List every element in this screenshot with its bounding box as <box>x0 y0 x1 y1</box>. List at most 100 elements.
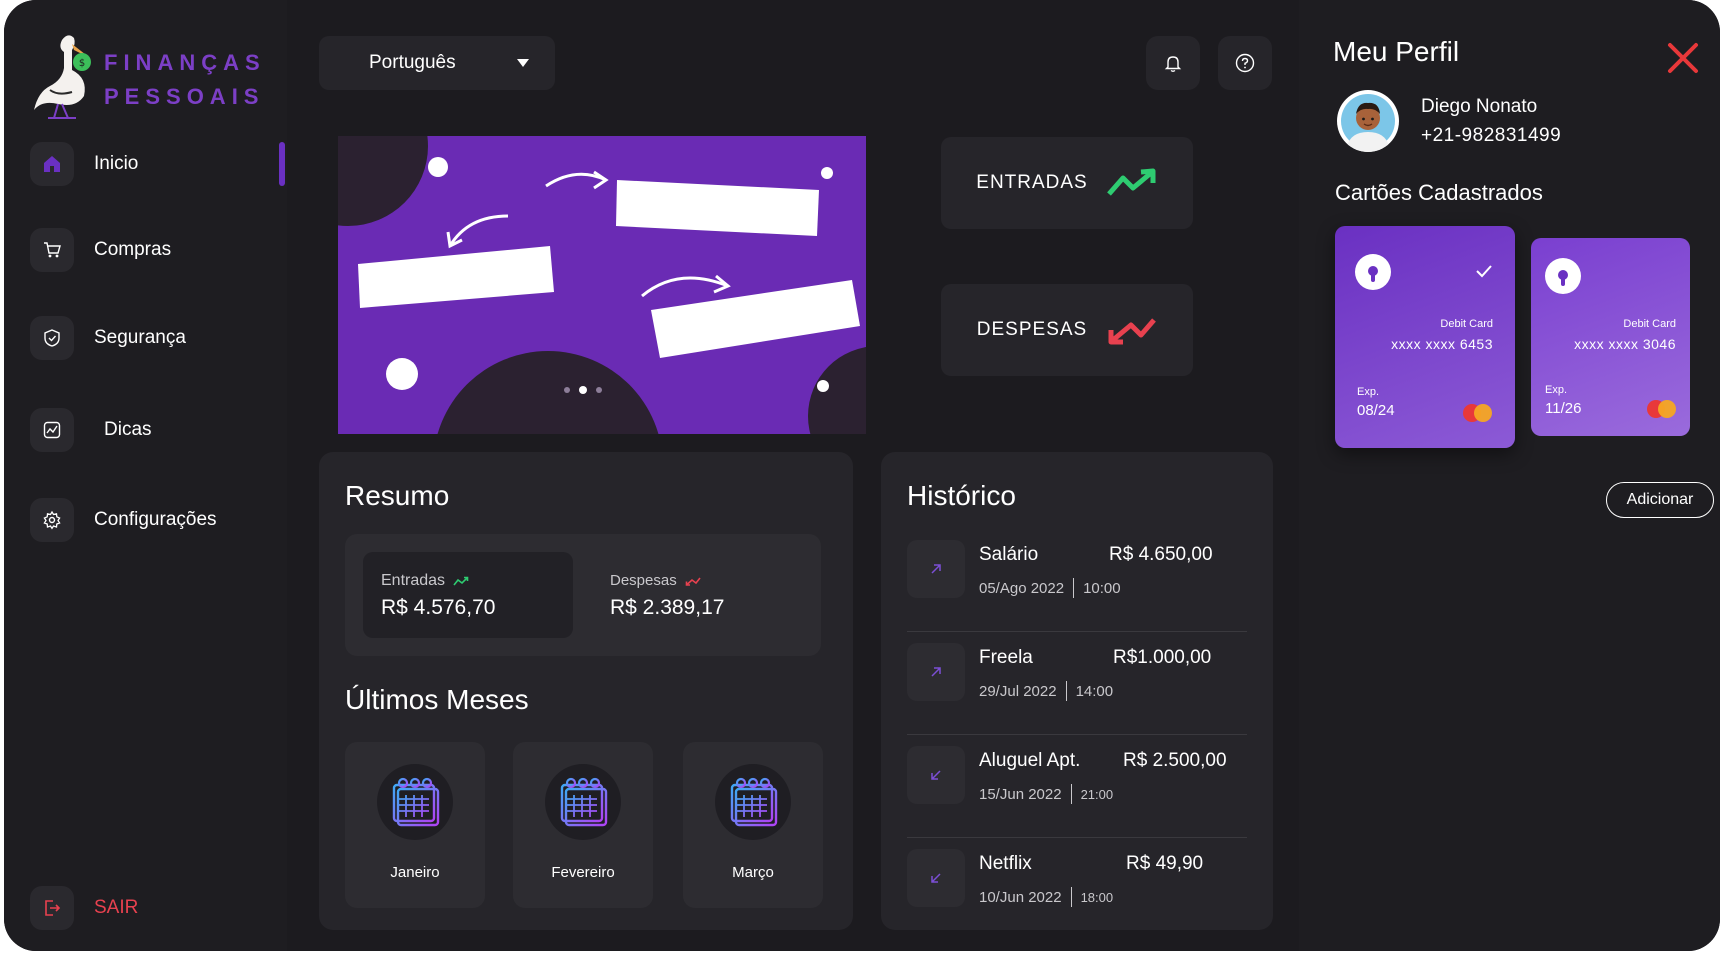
promo-banner[interactable] <box>338 136 866 434</box>
history-item-time: 14:00 <box>1075 682 1114 700</box>
summary-panel: Resumo Entradas R$ 4.576,70 Despesas R$ … <box>319 452 853 930</box>
calendar-icon <box>545 764 621 840</box>
sidebar-item-label: Segurança <box>94 327 186 348</box>
trending-up-icon <box>453 576 469 586</box>
history-title: Histórico <box>907 480 1016 511</box>
history-item-time: 18:00 <box>1080 889 1114 905</box>
sidebar-item-dicas[interactable]: Dicas <box>30 406 280 454</box>
sidebar-item-seguranca[interactable]: Segurança <box>30 314 280 362</box>
brand-logo: $ FINANÇAS PESSOAIS <box>28 30 268 120</box>
stork-icon: $ <box>34 35 91 119</box>
calendar-icon <box>377 764 453 840</box>
month-card-janeiro[interactable]: Janeiro <box>345 742 485 908</box>
divider <box>907 837 1247 838</box>
mastercard-icon <box>1463 404 1493 422</box>
help-icon <box>1235 53 1255 73</box>
card-logo-icon <box>1545 258 1581 294</box>
add-card-label: Adicionar <box>1626 491 1694 508</box>
months-title: Últimos Meses <box>345 684 529 715</box>
check-icon <box>1476 265 1492 278</box>
debit-card-selected[interactable]: Debit Card xxxx xxxx 6453 Exp. 08/24 <box>1335 226 1515 448</box>
home-icon <box>30 142 74 186</box>
summary-expense-value: R$ 2.389,17 <box>610 596 725 619</box>
month-label: Fevereiro <box>551 864 615 881</box>
caret-down-icon <box>517 59 529 67</box>
logout-label: SAIR <box>94 897 139 918</box>
svg-text:$: $ <box>79 58 85 69</box>
income-label: ENTRADAS <box>976 172 1088 193</box>
sidebar-item-compras[interactable]: Compras <box>30 226 280 274</box>
history-item-amount: R$ 4.650,00 <box>1109 544 1213 565</box>
card-number: xxxx xxxx 3046 <box>1574 336 1676 352</box>
mastercard-icon <box>1647 400 1677 418</box>
calendar-icon <box>715 764 791 840</box>
arrow-down-left-icon <box>907 849 965 907</box>
card-exp: 11/26 <box>1545 400 1582 417</box>
history-item-date: 29/Jul 2022 14:00 <box>979 681 1113 701</box>
help-button[interactable] <box>1218 36 1272 90</box>
cards-title: Cartões Cadastrados <box>1335 180 1543 205</box>
trending-down-icon <box>685 577 701 586</box>
bell-icon <box>1164 56 1182 72</box>
history-item-date: 05/Ago 2022 10:00 <box>979 578 1121 598</box>
user-phone: +21-982831499 <box>1421 125 1562 146</box>
sidebar-item-inicio[interactable]: Inicio <box>30 140 285 188</box>
debit-card[interactable]: Debit Card xxxx xxxx 3046 Exp. 11/26 <box>1531 238 1690 436</box>
add-card-button[interactable]: Adicionar <box>1606 482 1714 518</box>
sidebar-item-label: Compras <box>94 239 172 260</box>
month-card-marco[interactable]: Março <box>683 742 823 908</box>
history-item-name: Aluguel Apt. <box>979 750 1081 771</box>
history-item-date-value: 05/Ago 2022 <box>979 579 1065 597</box>
sidebar-item-label: Configurações <box>94 509 217 530</box>
card-number: xxxx xxxx 6453 <box>1391 336 1493 352</box>
history-item[interactable]: Salário R$ 4.650,00 05/Ago 2022 10:00 <box>907 532 1247 632</box>
language-select[interactable]: Português <box>319 36 555 90</box>
history-item-date-value: 10/Jun 2022 <box>979 888 1062 906</box>
summary-income-value: R$ 4.576,70 <box>381 596 496 619</box>
profile-panel: Meu Perfil Diego Nonato +21-982831499 Ca… <box>1299 0 1720 951</box>
month-label: Janeiro <box>390 864 440 881</box>
language-value: Português <box>369 52 456 73</box>
history-item[interactable]: Aluguel Apt. R$ 2.500,00 15/Jun 2022 21:0… <box>907 738 1247 838</box>
avatar[interactable] <box>1337 90 1399 152</box>
history-item-date: 15/Jun 2022 21:00 <box>979 784 1113 804</box>
history-item-name: Salário <box>979 544 1039 565</box>
arrow-up-right-icon <box>907 540 965 598</box>
summary-income-card: Entradas R$ 4.576,70 <box>363 552 573 638</box>
card-exp-label: Exp. <box>1545 384 1568 396</box>
notifications-button[interactable] <box>1146 36 1200 90</box>
sidebar-item-label: Dicas <box>104 419 152 440</box>
close-button[interactable] <box>1665 40 1701 76</box>
card-exp: 08/24 <box>1357 402 1395 419</box>
sidebar: $ FINANÇAS PESSOAIS Inicio Compras Segur… <box>4 0 287 951</box>
history-item-name: Freela <box>979 647 1033 668</box>
history-item-amount: R$ 49,90 <box>1126 853 1204 874</box>
shield-icon <box>30 316 74 360</box>
user-name: Diego Nonato <box>1421 96 1538 117</box>
sidebar-item-configuracoes[interactable]: Configurações <box>30 496 280 544</box>
arrow-up-right-icon <box>907 643 965 701</box>
summary-income-label: Entradas <box>381 572 446 589</box>
card-type: Debit Card <box>1623 318 1676 330</box>
history-item[interactable]: Netflix R$ 49,90 10/Jun 2022 18:00 <box>907 841 1247 941</box>
logout-button[interactable]: SAIR <box>30 884 280 932</box>
history-item-amount: R$ 2.500,00 <box>1123 750 1227 771</box>
divider <box>907 631 1247 632</box>
history-item[interactable]: Freela R$1.000,00 29/Jul 2022 14:00 <box>907 635 1247 735</box>
summary-title: Resumo <box>345 480 450 511</box>
card-exp-label: Exp. <box>1357 386 1380 398</box>
banner-illustration <box>338 136 866 434</box>
expenses-button[interactable]: DESPESAS <box>941 284 1193 376</box>
income-button[interactable]: ENTRADAS <box>941 137 1193 229</box>
cart-icon <box>30 228 74 272</box>
brand-line-1: FINANÇAS <box>104 50 266 75</box>
month-card-fevereiro[interactable]: Fevereiro <box>513 742 653 908</box>
brand-line-2: PESSOAIS <box>104 84 265 109</box>
history-item-date-value: 15/Jun 2022 <box>979 785 1062 803</box>
gear-icon <box>30 498 74 542</box>
month-label: Março <box>732 864 774 881</box>
history-item-time: 10:00 <box>1083 579 1121 597</box>
trending-down-icon <box>1108 318 1157 345</box>
history-item-time: 21:00 <box>1080 786 1114 802</box>
user-avatar-image <box>1338 91 1398 152</box>
